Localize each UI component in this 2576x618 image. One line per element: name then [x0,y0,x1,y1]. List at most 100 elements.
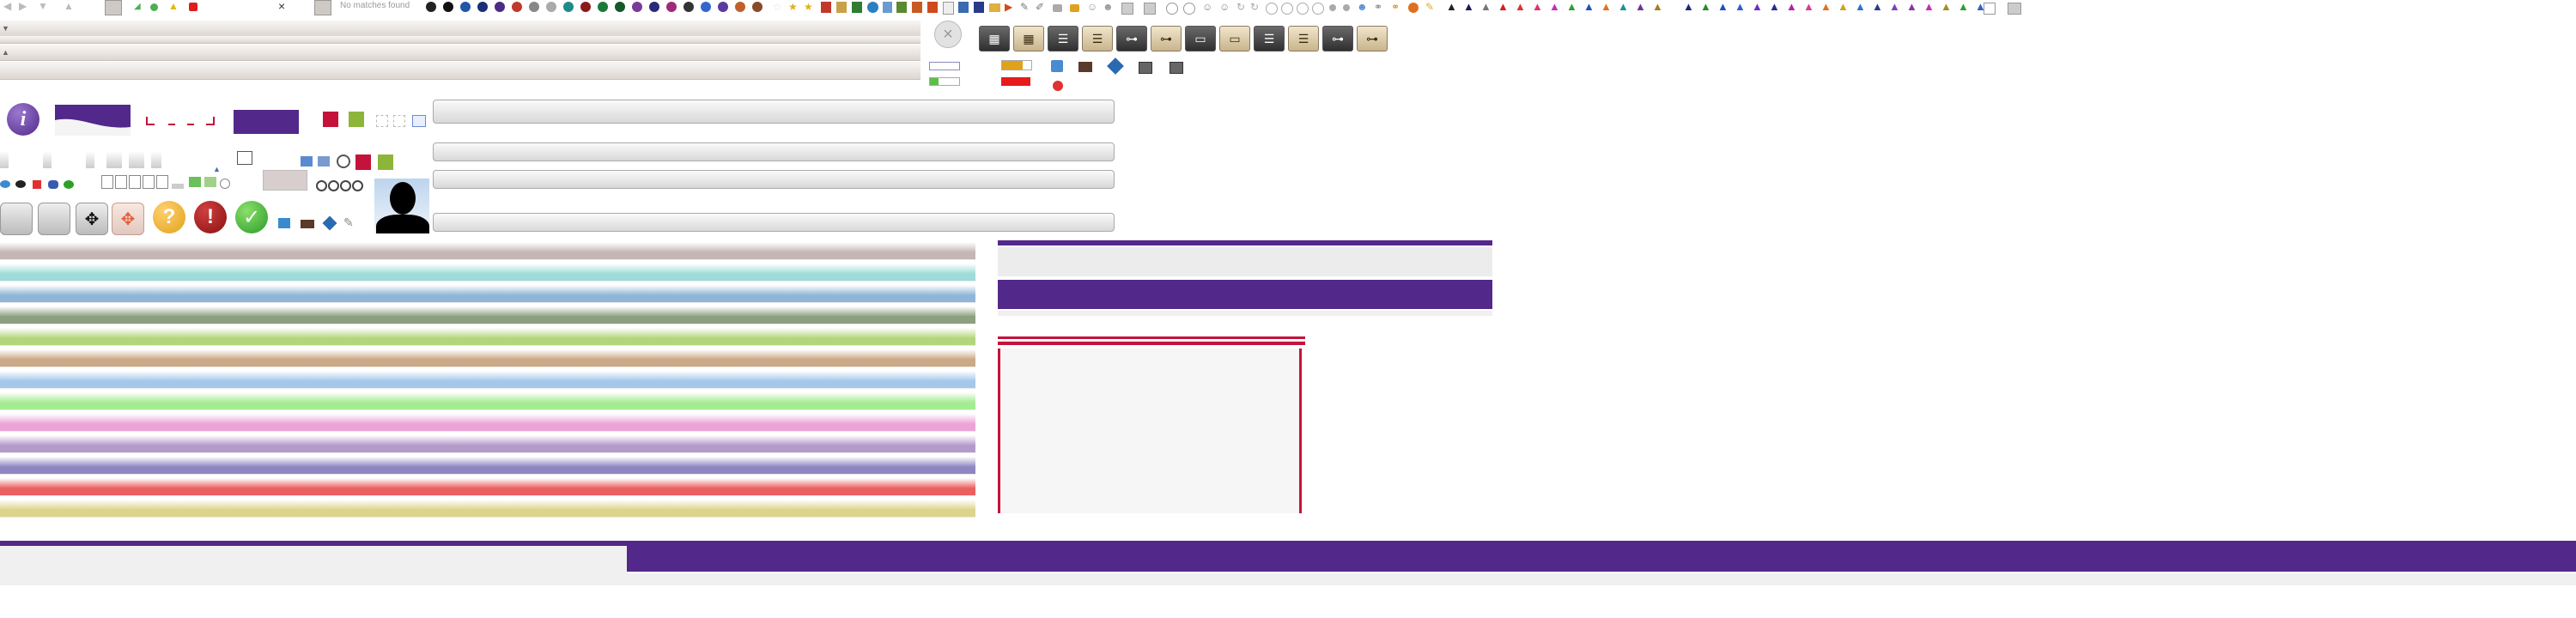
person-icon[interactable]: ☺ [1202,1,1212,13]
media-blue-icon[interactable] [460,2,471,12]
pause-icon[interactable] [1266,3,1278,15]
users-manage-icon[interactable] [318,156,330,167]
media-purple-icon[interactable] [495,2,505,12]
html-icon[interactable] [927,2,938,13]
media-blue2-icon[interactable] [701,2,711,12]
radio-option-2[interactable] [328,180,339,191]
collapsible-header-bar-1[interactable]: ▼ [0,21,920,37]
tab-shape-5[interactable] [129,151,144,168]
chevron-up-icon[interactable]: ▲ [64,0,74,12]
media-gray-icon[interactable] [529,2,539,12]
restore-window-icon[interactable] [1984,3,1996,15]
toolbar-button-list2-dark[interactable]: ☰ [1254,26,1285,52]
checkbox-5[interactable] [156,175,168,189]
ppt-icon[interactable] [912,2,922,13]
collapsible-header-bar-3[interactable]: ▲ [0,45,920,61]
doc-icon[interactable] [836,2,847,13]
tab-shape-4[interactable] [106,151,122,168]
pencil-icon[interactable]: ✐ [1036,1,1044,13]
tab-shape-3[interactable] [86,151,94,168]
save-icon[interactable] [1121,3,1133,15]
star-icon-2[interactable]: ★ [804,1,813,13]
media-green-icon[interactable] [598,2,608,12]
print-button[interactable] [0,203,33,235]
clock-icon[interactable] [1166,3,1178,15]
toolbar-button-film-dark[interactable]: ▭ [1185,26,1216,52]
dot-icon-2[interactable] [1343,4,1350,11]
dot-icon[interactable] [1329,4,1336,11]
globe-icon[interactable] [867,2,878,13]
toolbar-button-list2-light[interactable]: ☰ [1288,26,1319,52]
nav-right-icon[interactable]: ▶ [19,0,27,12]
cube-icon[interactable] [1107,58,1124,75]
clear-icon[interactable] [1408,3,1419,13]
person-icon-2[interactable]: ☺ [1219,1,1230,13]
star-icon[interactable]: ★ [788,1,798,13]
monitor-icon[interactable] [1139,62,1152,74]
stamp-icon[interactable] [1053,81,1063,91]
save-as-icon[interactable] [1144,3,1156,15]
file-icon[interactable] [883,2,892,13]
history-icon-2[interactable]: ↻ [1250,1,1259,13]
fullscreen-icon[interactable] [393,115,405,127]
collapse-arrow-icon[interactable]: ▲ [2,46,9,58]
play-icon-2[interactable] [1312,3,1324,15]
pdf-icon[interactable] [821,2,831,13]
tab-shape-1[interactable] [0,151,9,168]
monitor-icon-2[interactable] [1170,62,1183,74]
mail-icon[interactable] [105,0,122,15]
media-silver-icon[interactable] [546,2,556,12]
tab-shape-2[interactable] [43,151,52,168]
calendar-icon[interactable] [958,2,969,13]
lock-open-icon[interactable] [1070,4,1079,12]
checkbox-3[interactable] [129,175,141,189]
chart-icon[interactable] [896,2,907,13]
history-icon[interactable]: ↻ [1236,1,1245,13]
expand-button[interactable]: ✥ [112,203,144,235]
tab-shape-6[interactable] [151,151,161,168]
toolbar-button-list-light[interactable]: ☰ [1082,26,1113,52]
media-violet-icon[interactable] [632,2,642,12]
toolbar-button-tree2-dark[interactable]: ⊶ [1322,26,1353,52]
link-icon[interactable]: ⚭ [1391,1,1400,13]
books-icon[interactable] [1078,62,1092,72]
toolbar-button-film-light[interactable]: ▭ [1219,26,1250,52]
search-icon[interactable] [337,154,350,168]
checkbox-1[interactable] [101,175,113,189]
toolbar-button-grid-dark[interactable]: ▦ [979,26,1010,52]
media-play-icon[interactable] [426,2,436,12]
star-outline-icon[interactable]: ☆ [773,1,782,13]
input-bar-4[interactable] [433,213,1115,232]
close-icon[interactable]: × [278,0,285,12]
network-icon[interactable] [1051,60,1063,72]
toolbar-button-tree2-light[interactable]: ⊶ [1357,26,1388,52]
book-icon[interactable] [974,2,984,13]
clock-icon-2[interactable] [1183,3,1195,15]
input-bar-3[interactable] [433,170,1115,189]
radio-option-1[interactable] [316,180,327,191]
media-orange-icon[interactable] [735,2,745,12]
excel-icon[interactable] [852,2,862,13]
toolbar-button-list-dark[interactable]: ☰ [1048,26,1078,52]
date-picker-icon[interactable] [237,151,252,165]
pause-icon-2[interactable] [1281,3,1293,15]
nav-left-icon[interactable]: ◀ [3,0,11,12]
media-dark-icon[interactable] [683,2,694,12]
input-bar-1[interactable] [433,100,1115,124]
flag-icon[interactable]: ▶ [1005,1,1012,13]
printer-button[interactable] [38,203,70,235]
toolbar-button-grid-light[interactable]: ▦ [1013,26,1044,52]
media-darkgreen-icon[interactable] [615,2,625,12]
radio-option-4[interactable] [352,180,363,191]
users-icon[interactable]: ☺ [1087,1,1097,13]
media-brown-icon[interactable] [752,2,762,12]
paperclip-icon[interactable]: ✎ [343,216,354,228]
chevron-down-icon[interactable]: ▼ [38,0,48,12]
media-indigo-icon[interactable] [649,2,659,12]
sort-up-icon[interactable]: ▲ [213,163,221,175]
user-icon[interactable]: ☻ [1103,1,1114,13]
media-stop-icon[interactable] [443,2,453,12]
clip-icon[interactable]: ✎ [1020,1,1029,13]
checkbox-2[interactable] [115,175,127,189]
mail-icon-2[interactable] [314,0,331,15]
